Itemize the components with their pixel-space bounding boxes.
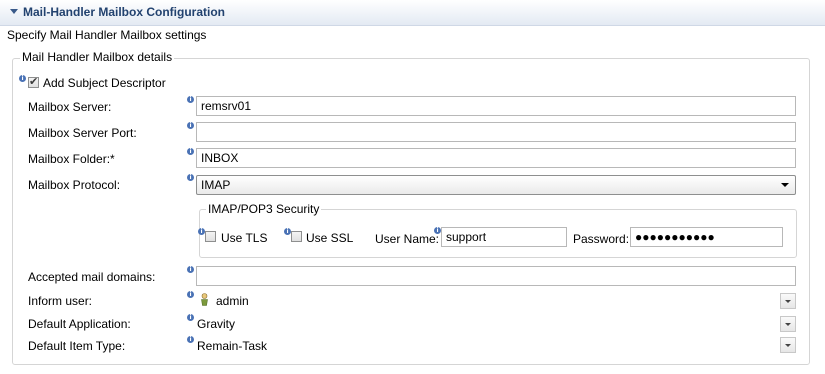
mailbox-server-port-input[interactable]	[196, 122, 796, 142]
user-icon	[201, 293, 208, 306]
info-icon: i	[187, 336, 194, 343]
use-ssl-label: Use SSL	[306, 231, 354, 245]
mailbox-server-port-label: Mailbox Server Port:	[28, 126, 137, 140]
chevron-down-icon	[785, 344, 791, 347]
accepted-mail-domains-input[interactable]	[196, 266, 796, 286]
default-application-value: Gravity	[197, 317, 236, 331]
default-item-type-dropdown-button[interactable]	[780, 337, 796, 353]
mailbox-server-label: Mailbox Server:	[28, 100, 112, 114]
use-ssl-checkbox[interactable]	[291, 231, 302, 242]
default-item-type-label: Default Item Type:	[28, 339, 126, 353]
add-subject-descriptor-checkbox[interactable]	[28, 75, 39, 88]
info-icon: i	[434, 227, 441, 234]
user-name-label: User Name:	[375, 232, 440, 246]
default-application-label: Default Application:	[28, 317, 131, 331]
inform-user-label: Inform user:	[28, 294, 93, 308]
use-tls-label: Use TLS	[221, 231, 268, 245]
add-subject-descriptor-label: Add Subject Descriptor	[43, 76, 166, 90]
chevron-down-icon	[785, 323, 791, 326]
collapse-arrow-icon[interactable]	[10, 9, 18, 14]
info-icon: i	[187, 314, 194, 321]
mailbox-protocol-value: IMAP	[201, 178, 231, 192]
info-icon: i	[187, 148, 194, 155]
section-header[interactable]: Mail-Handler Mailbox Configuration	[0, 0, 825, 26]
use-tls-checkbox[interactable]	[205, 231, 216, 242]
mailbox-protocol-select[interactable]: IMAP	[196, 175, 796, 195]
info-icon: i	[187, 291, 194, 298]
info-icon: i	[284, 228, 291, 235]
info-icon: i	[198, 228, 205, 235]
default-application-dropdown-button[interactable]	[780, 316, 796, 332]
security-group-title: IMAP/POP3 Security	[206, 202, 322, 216]
user-name-input[interactable]: support	[441, 227, 567, 247]
chevron-down-icon	[785, 300, 791, 303]
group-title: Mail Handler Mailbox details	[20, 50, 175, 64]
default-item-type-value: Remain-Task	[197, 339, 268, 353]
mailbox-folder-label: Mailbox Folder:*	[28, 152, 115, 166]
chevron-down-icon	[781, 183, 789, 187]
password-label: Password:	[573, 232, 630, 246]
info-icon: i	[187, 122, 194, 129]
accepted-mail-domains-label: Accepted mail domains:	[28, 270, 156, 284]
mailbox-server-input[interactable]: remsrv01	[196, 96, 796, 116]
info-icon: i	[187, 96, 194, 103]
info-icon: i	[19, 75, 26, 82]
info-icon: i	[187, 174, 194, 181]
section-title: Mail-Handler Mailbox Configuration	[23, 5, 226, 19]
mailbox-protocol-label: Mailbox Protocol:	[28, 178, 121, 192]
inform-user-value: admin	[216, 294, 249, 308]
info-icon: i	[187, 266, 194, 273]
section-description: Specify Mail Handler Mailbox settings	[7, 28, 207, 42]
mailbox-folder-input[interactable]: INBOX	[196, 148, 796, 168]
password-input[interactable]: ●●●●●●●●●●●	[630, 227, 783, 247]
inform-user-dropdown-button[interactable]	[780, 293, 796, 309]
